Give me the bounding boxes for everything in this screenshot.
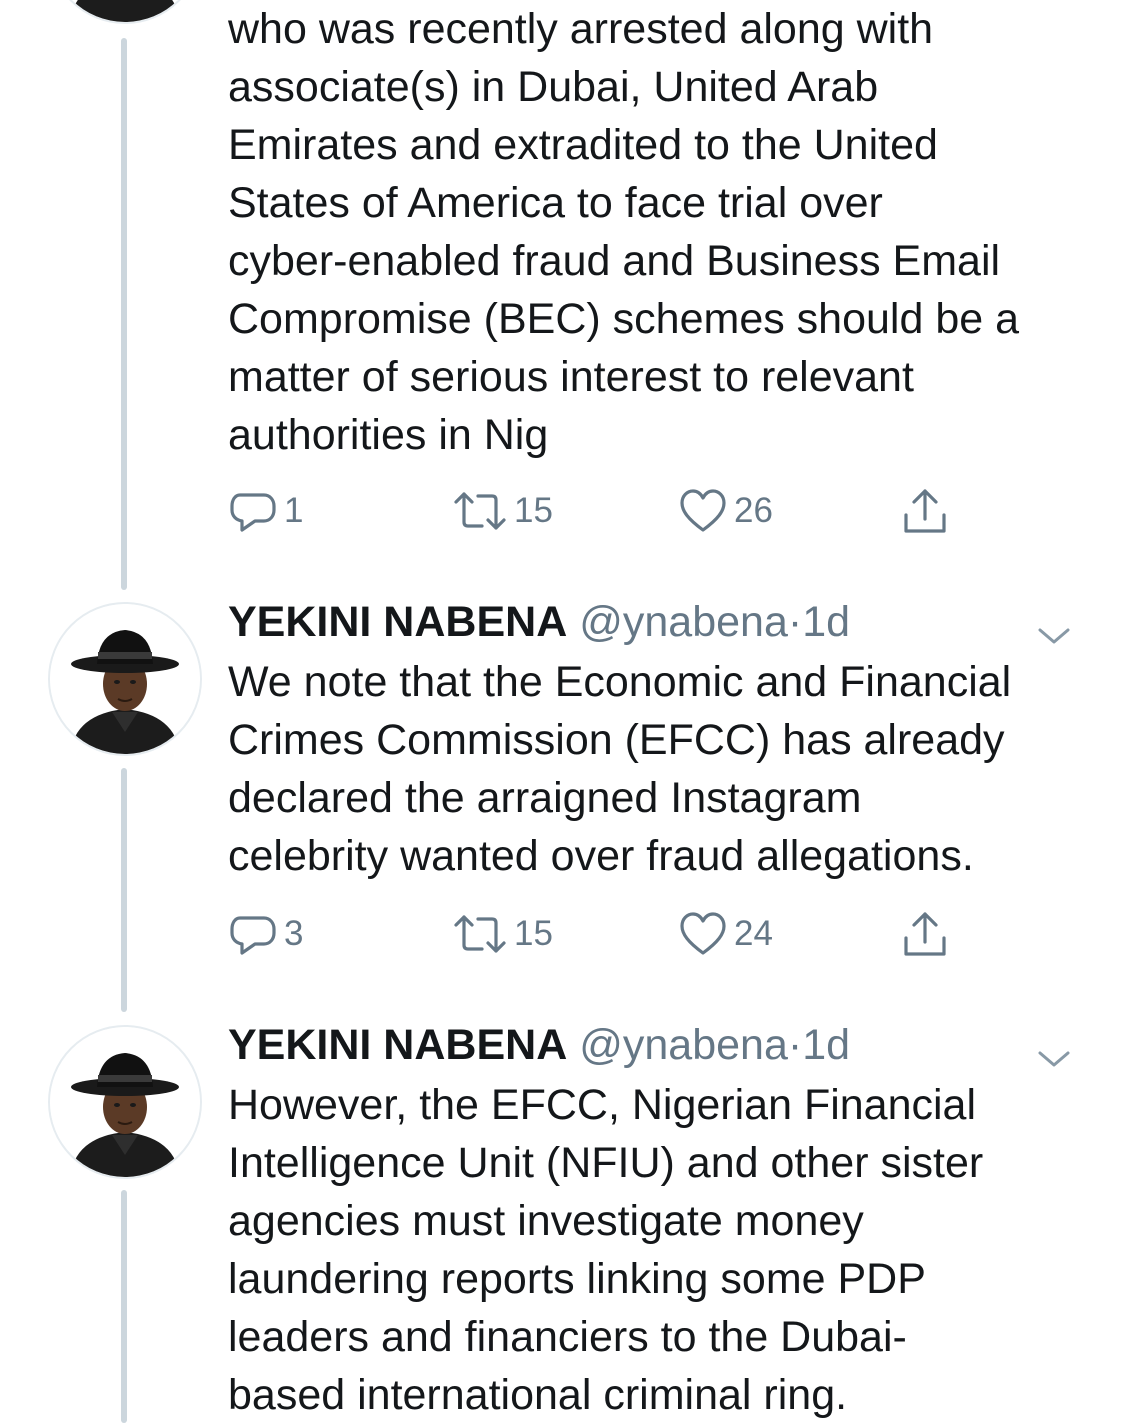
author-name[interactable]: YEKINI NABENA <box>228 598 567 646</box>
share-icon <box>900 485 950 537</box>
avatar[interactable] <box>48 602 202 756</box>
share-button[interactable] <box>900 904 950 964</box>
share-button[interactable] <box>900 481 950 541</box>
reply-icon <box>228 486 278 536</box>
tweet-header: YEKINI NABENA @ynabena·1d <box>228 1017 1085 1073</box>
like-button[interactable]: 26 <box>678 481 773 541</box>
avatar[interactable] <box>48 1025 202 1179</box>
separator-dot: · <box>787 1021 803 1069</box>
reply-icon <box>228 909 278 959</box>
author-handle[interactable]: @ynabena <box>579 1021 788 1069</box>
author-handle[interactable]: @ynabena <box>579 598 788 646</box>
reply-button[interactable]: 3 <box>228 904 303 964</box>
timestamp[interactable]: 1d <box>802 598 850 646</box>
retweet-icon <box>452 486 508 536</box>
retweet-icon <box>452 909 508 959</box>
retweet-count: 15 <box>514 491 553 530</box>
reply-button[interactable]: 1 <box>228 481 303 541</box>
tweet-text: who was recently arrested along with ass… <box>228 5 1020 459</box>
heart-icon <box>678 909 728 959</box>
tweet-text: However, the EFCC, Nigerian Financial In… <box>228 1081 984 1419</box>
like-count: 26 <box>734 491 773 530</box>
tweet-header: YEKINI NABENA @ynabena·1d <box>228 594 1085 650</box>
author-name[interactable]: YEKINI NABENA <box>228 1021 567 1069</box>
retweet-count: 15 <box>514 914 553 953</box>
chevron-down-icon[interactable] <box>1037 608 1071 644</box>
thread-line <box>121 1190 127 1423</box>
like-button[interactable]: 24 <box>678 904 773 964</box>
separator-dot: · <box>787 598 803 646</box>
like-count: 24 <box>734 914 773 953</box>
retweet-button[interactable]: 15 <box>452 904 553 964</box>
thread-line <box>121 768 127 1012</box>
reply-count: 1 <box>284 491 304 530</box>
thread-line <box>121 38 127 590</box>
timestamp[interactable]: 1d <box>802 1021 850 1069</box>
share-icon <box>900 908 950 960</box>
heart-icon <box>678 486 728 536</box>
avatar[interactable] <box>48 0 202 24</box>
tweet-actions: 1 15 26 <box>228 481 968 541</box>
tweet-actions: 3 15 24 <box>228 904 968 964</box>
chevron-down-icon[interactable] <box>1037 1031 1071 1067</box>
tweet-text: We note that the Economic and Financial … <box>228 658 1012 880</box>
retweet-button[interactable]: 15 <box>452 481 553 541</box>
reply-count: 3 <box>284 914 304 953</box>
